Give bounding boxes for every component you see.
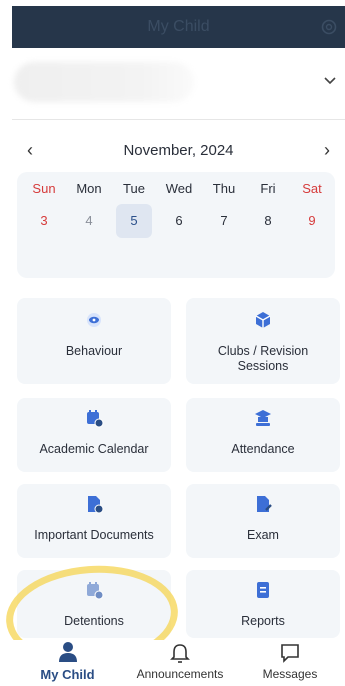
tile-label: Exam	[247, 528, 279, 542]
eye-icon	[87, 313, 101, 327]
calendar-nav: ‹ November, 2024 ›	[12, 136, 345, 166]
tile-exam[interactable]: Exam	[186, 484, 340, 558]
calendar-day[interactable]: 3	[26, 204, 62, 238]
graduation-icon	[255, 410, 271, 426]
child-name-redacted	[14, 62, 194, 102]
divider	[12, 119, 345, 120]
tile-reports[interactable]: Reports	[186, 570, 340, 638]
calendar-day[interactable]: 6	[161, 204, 197, 238]
calendar-week: Sun Mon Tue Wed Thu Fri Sat 3 4 5 6 7 8 …	[17, 172, 335, 278]
tile-academic-calendar[interactable]: Academic Calendar	[17, 398, 171, 472]
tile-important-documents[interactable]: Important Documents	[17, 484, 171, 558]
page-title: My Child	[147, 18, 210, 35]
weekday-mon: Mon	[76, 181, 102, 196]
gear-icon[interactable]	[319, 17, 339, 37]
tile-label: Clubs / Revision Sessions	[217, 344, 309, 373]
calendar-day-selected[interactable]: 5	[116, 204, 152, 238]
calendar-day[interactable]: 7	[206, 204, 242, 238]
nav-my-child[interactable]: My Child	[20, 640, 115, 686]
weekday-tue: Tue	[123, 181, 145, 196]
nav-label: Announcements	[136, 667, 224, 681]
chat-bubble-icon	[281, 644, 299, 663]
document-edit-icon	[257, 496, 272, 512]
weekday-wed: Wed	[165, 181, 193, 196]
tile-label: Behaviour	[65, 344, 123, 358]
weekday-sun: Sun	[32, 181, 56, 196]
tile-clubs-revision[interactable]: Clubs / Revision Sessions	[186, 298, 340, 384]
nav-announcements[interactable]: Announcements	[130, 640, 230, 686]
weekday-fri: Fri	[260, 181, 276, 196]
weekday-thu: Thu	[212, 181, 236, 196]
chevron-right-icon[interactable]: ›	[324, 140, 330, 161]
tile-attendance[interactable]: Attendance	[186, 398, 340, 472]
calendar-clock-icon	[87, 410, 104, 428]
tile-label: Important Documents	[34, 528, 154, 542]
app-header: My Child	[12, 6, 345, 48]
calendar-day[interactable]: 9	[294, 204, 330, 238]
nav-messages[interactable]: Messages	[250, 640, 330, 686]
document-info-icon	[88, 496, 104, 514]
calendar-month-label: November, 2024	[123, 142, 234, 159]
nav-label: Messages	[262, 667, 318, 681]
calendar-day[interactable]: 4	[71, 204, 107, 238]
bell-icon	[170, 644, 190, 663]
report-icon	[257, 582, 269, 598]
nav-label: My Child	[40, 667, 95, 682]
tile-behaviour[interactable]: Behaviour	[17, 298, 171, 384]
tile-label: Reports	[241, 614, 285, 628]
chevron-down-icon[interactable]	[323, 76, 337, 86]
child-selector[interactable]	[12, 48, 345, 118]
bottom-nav: My Child Announcements Messages	[0, 640, 345, 686]
tile-label: Attendance	[231, 442, 295, 456]
person-icon	[58, 642, 77, 662]
cube-icon	[255, 312, 271, 328]
calendar-day[interactable]: 8	[250, 204, 286, 238]
tile-label: Academic Calendar	[39, 442, 149, 456]
weekday-sat: Sat	[302, 181, 322, 196]
